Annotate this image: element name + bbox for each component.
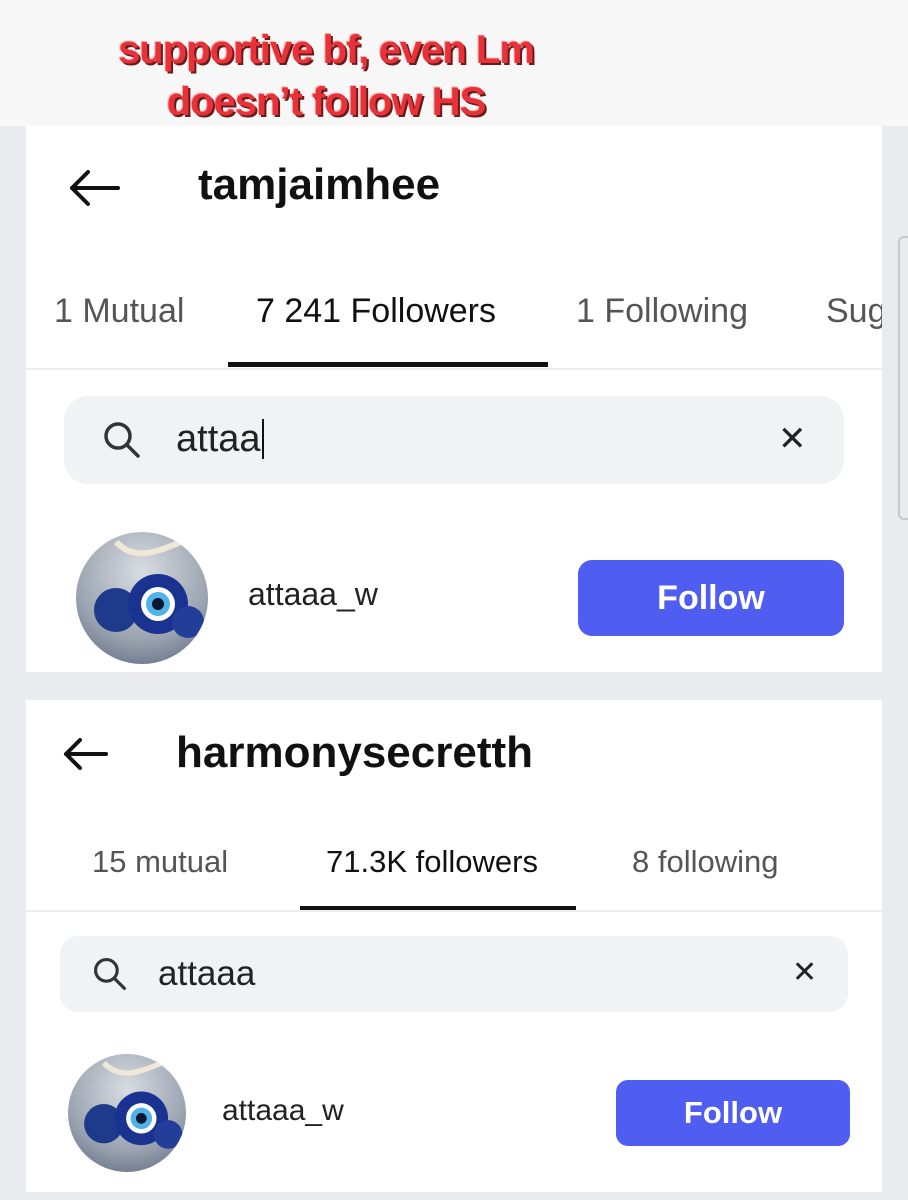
tabs-divider	[26, 368, 882, 370]
search-input[interactable]: attaa	[176, 418, 264, 461]
search-query: attaa	[176, 418, 261, 460]
evil-eye-avatar[interactable]	[68, 1054, 186, 1172]
caption-line-2: doesn’t follow HS	[166, 80, 487, 124]
active-tab-indicator	[228, 362, 548, 367]
search-icon	[94, 958, 126, 990]
close-icon[interactable]: ✕	[792, 958, 817, 988]
follow-button[interactable]: Follow	[616, 1080, 850, 1146]
tab-suggested[interactable]: Sug	[826, 292, 882, 331]
search-field[interactable]: attaa ✕	[64, 396, 844, 484]
arrow-left-icon[interactable]	[60, 736, 110, 772]
evil-eye-icon	[84, 1058, 183, 1149]
search-input[interactable]: attaaa	[158, 954, 255, 994]
arrow-left-icon[interactable]	[66, 168, 122, 208]
scrollbar-edge	[898, 236, 908, 520]
search-field[interactable]: attaaa ✕	[60, 936, 848, 1012]
profile-handle: tamjaimhee	[198, 160, 441, 209]
followers-screen-tamjaimhee: tamjaimhee 1 Mutual 7 241 Followers 1 Fo…	[26, 126, 882, 672]
tab-following[interactable]: 1 Following	[576, 292, 748, 331]
evil-eye-icon	[94, 537, 204, 638]
text-caret	[261, 419, 264, 459]
tab-followers[interactable]: 71.3K followers	[326, 844, 538, 880]
follow-button[interactable]: Follow	[578, 560, 844, 636]
search-icon	[104, 422, 140, 458]
tabs-divider	[26, 910, 882, 912]
result-username[interactable]: attaaa_w	[222, 1094, 344, 1128]
tab-following[interactable]: 8 following	[632, 844, 778, 880]
evil-eye-avatar[interactable]	[76, 532, 208, 664]
tab-mutual[interactable]: 1 Mutual	[54, 292, 184, 331]
followers-screen-harmonysecretth: harmonysecretth 15 mutual 71.3K follower…	[26, 700, 882, 1192]
caption-line-1: supportive bf, even Lm	[118, 28, 535, 72]
tab-followers[interactable]: 7 241 Followers	[256, 292, 496, 331]
result-username[interactable]: attaaa_w	[248, 576, 378, 613]
profile-handle: harmonysecretth	[176, 728, 534, 777]
caption-banner: supportive bf, even Lm doesn’t follow HS	[0, 0, 908, 126]
close-icon[interactable]: ✕	[778, 422, 807, 456]
tab-mutual[interactable]: 15 mutual	[92, 844, 228, 880]
